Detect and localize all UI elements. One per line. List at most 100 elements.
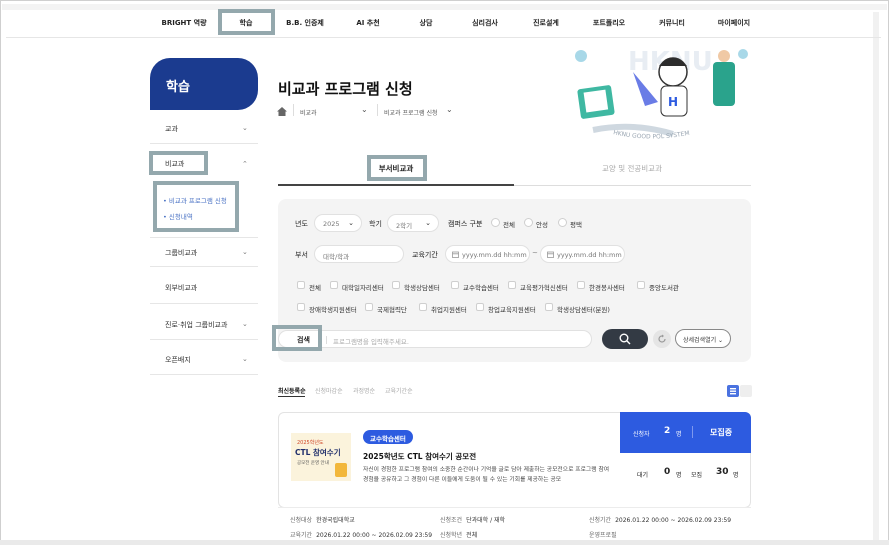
sidebar-item-openbadge[interactable]: 오픈배지 [165,355,191,365]
gnb-bright[interactable]: BRIGHT 역량 [161,18,206,28]
checkbox-startup[interactable] [476,303,484,311]
search-button[interactable] [602,329,648,349]
gnb-community[interactable]: 커뮤니티 [659,18,685,28]
sidebar-item-career-group[interactable]: 진로·취업 그룹비교과 [165,320,227,330]
recruit-label: 모집 [691,472,703,479]
info-profile: 운영프로필 [589,532,617,539]
gnb-career[interactable]: 진로설계 [533,18,559,28]
semester-value: 2학기 [396,222,413,230]
sidebar-item-curriculum[interactable]: 교과 [165,124,178,134]
info-condition: 신청조건 단과대학 / 재학 [440,517,506,524]
scrollbar[interactable] [873,12,879,542]
checkbox-library[interactable] [637,281,645,289]
dept-placeholder: 대학/학과 [323,253,350,261]
highlight-box [153,181,239,232]
wait-value: 0 [664,467,671,477]
dept-input[interactable]: 대학/학과 [314,245,404,263]
checkbox-label: 장애학생지원센터 [309,306,357,314]
date-end-placeholder: yyyy.mm.dd hh:mm [557,251,622,259]
thumbnail-decoration [335,463,347,477]
campus-radio-pyeongtaek[interactable] [558,218,567,227]
search-input[interactable]: 검색 프로그램명을 입력해주세요. [278,330,592,348]
semester-select[interactable]: 2학기 ⌄ [387,214,439,232]
applicants-value: 2 [664,426,671,436]
gnb-bb-cert[interactable]: B.B. 인증제 [286,18,324,28]
sort-period[interactable]: 교육기간순 [385,386,413,395]
program-description: 자신이 경험한 프로그램 참여의 소중한 순간이나 기억을 글로 담아 제출하는… [363,467,610,483]
chevron-up-icon: ⌃ [242,160,248,168]
checkbox-job-center[interactable] [330,281,338,289]
gnb-ai[interactable]: AI 추천 [356,18,379,28]
chevron-down-icon[interactable]: ⌄ [361,105,368,114]
wait-label: 대기 [637,472,649,479]
date-end-input[interactable]: yyyy.mm.dd hh:mm [540,245,625,263]
sort-deadline[interactable]: 신청마감순 [315,386,343,395]
checkbox-volunteer[interactable] [577,281,585,289]
date-start-placeholder: yyyy.mm.dd hh:mm [462,251,527,259]
home-icon[interactable] [277,107,287,116]
breadcrumb-level2[interactable]: 비교과 프로그램 신청 [384,108,438,117]
campus-radio-all[interactable] [491,218,500,227]
gnb-mypage[interactable]: 마이페이지 [718,18,750,28]
tab-indicator [278,184,514,186]
chevron-down-icon: ⌄ [242,248,248,256]
sort-latest[interactable]: 최신등록순 [278,386,306,395]
campus-radio-anseong[interactable] [524,218,533,227]
highlight-box [218,9,275,35]
checkbox-counseling-branch[interactable] [545,303,553,311]
year-select[interactable]: 2025 ⌄ [314,214,362,232]
divider [692,426,693,438]
breadcrumb-level1[interactable]: 비교과 [300,108,317,117]
sidebar-title: 학습 [166,80,190,95]
tab-divider [514,185,751,186]
list-view-icon[interactable] [740,385,752,397]
detail-search-button[interactable]: 상세검색열기 ⌄ [675,329,731,348]
breadcrumb-divider [377,104,378,116]
sidebar-item-external[interactable]: 외부비교과 [165,283,197,293]
checkbox-all[interactable] [297,281,305,289]
checkbox-counseling[interactable] [392,281,400,289]
checkbox-label: 국제협력단 [377,306,407,314]
date-separator: ~ [532,249,538,257]
detail-search-label: 상세검색열기 [683,337,717,344]
date-start-input[interactable]: yyyy.mm.dd hh:mm [445,245,530,263]
reset-button[interactable] [653,330,671,348]
bottom-bar [0,540,889,545]
checkbox-evaluation[interactable] [508,281,516,289]
tab-general[interactable]: 교양 및 전공비교과 [602,163,662,174]
semester-label: 학기 [369,220,382,228]
checkbox-teaching[interactable] [451,281,459,289]
page-title: 비교과 프로그램 신청 [278,80,413,98]
checkbox-label: 대학일자리센터 [342,284,384,292]
unit-label: 명 [733,472,739,479]
chevron-down-icon: ⌄ [242,355,248,363]
svg-text:H: H [668,95,678,109]
grid-view-icon[interactable] [727,385,739,397]
thumbnail-text: 공모전 운영 안내 [297,461,329,466]
header-illustration: HKNU H HKNU GOOD POL SYSTEM [575,47,748,140]
applicants-label: 신청자 [633,431,650,438]
highlight-box [367,155,427,181]
checkbox-label: 학생상담센터 [404,284,440,292]
checkbox-label: 전체 [309,284,321,292]
info-grade: 신청학년 전체 [440,532,478,539]
program-title[interactable]: 2025학년도 CTL 참여수기 공모전 [363,451,476,462]
campus-option-pyeongtaek: 평택 [570,221,582,229]
calendar-icon [452,251,459,258]
gnb-psych[interactable]: 심리검사 [472,18,498,28]
gnb-counsel[interactable]: 상담 [420,18,433,28]
chevron-down-icon: ⌄ [242,320,248,328]
checkbox-employment[interactable] [419,303,427,311]
chevron-down-icon[interactable]: ⌄ [446,105,453,114]
status-box: 신청자 2 명 모집중 [620,412,751,453]
checkbox-international[interactable] [365,303,373,311]
divider [150,266,258,267]
gnb-portfolio[interactable]: 포트폴리오 [593,18,625,28]
search-placeholder: 프로그램명을 입력해주세요. [333,338,409,346]
unit-label: 명 [676,431,682,438]
sort-name[interactable]: 과정명순 [353,386,375,395]
chevron-down-icon: ⌄ [348,219,354,227]
highlight-box [272,325,322,351]
sidebar-item-group[interactable]: 그룹비교과 [165,248,197,258]
checkbox-disability[interactable] [297,303,305,311]
